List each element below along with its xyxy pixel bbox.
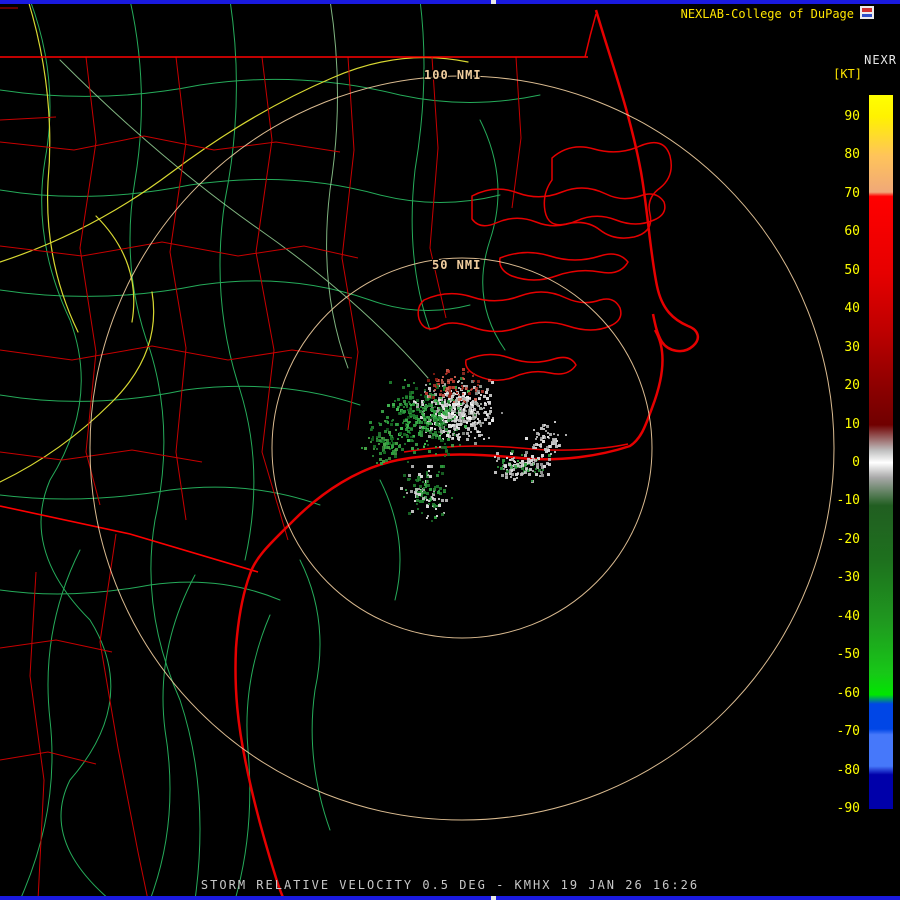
colorbar-tick-20: 20 [844,378,860,394]
product-code-label: NEXR [864,53,897,67]
velocity-colorbar [869,95,893,809]
colorbar-tick--30: -30 [836,570,860,586]
radar-screen: 100 NMI 50 NMI NEXLAB-College of DuPage … [0,0,900,900]
road-lines-green [0,0,541,900]
range-rings [89,75,835,821]
colorbar-tick-50: 50 [844,262,860,278]
colorbar-tick-90: 90 [844,109,860,124]
center-tick-top [491,0,496,4]
colorbar-tick-0: 0 [852,455,860,470]
colorbar-tick-70: 70 [844,185,860,201]
colorbar-tick-30: 30 [844,339,860,355]
brand-title: NEXLAB-College of DuPage [680,7,854,21]
colorbar-tick--10: -10 [836,493,860,509]
colorbar-tick--50: -50 [836,647,860,663]
bottom-border-bar [0,896,900,900]
range-ring-label-50nmi: 50 NMI [432,258,482,272]
state-border-red [0,56,588,573]
colorbar-tick--80: -80 [836,762,860,778]
colorbar-tick-80: 80 [844,147,860,163]
range-ring-label-100nmi: 100 NMI [424,68,482,82]
cod-logo-blue-stripe [862,14,872,17]
cod-logo-icon [860,6,874,19]
colorbar-tick-10: 10 [844,416,860,432]
center-tick-bottom [491,896,496,900]
radar-map [0,0,835,900]
colorbar-tick--40: -40 [836,608,860,624]
velocity-echoes [361,368,567,522]
colorbar-tick--20: -20 [836,531,860,547]
colorbar-tick--70: -70 [836,724,860,740]
colorbar-tick-40: 40 [844,301,860,317]
product-title: STORM RELATIVE VELOCITY 0.5 DEG - KMHX 1… [200,878,700,892]
colorbar-tick-60: 60 [844,224,860,240]
colorbar-tick--60: -60 [836,685,860,701]
colorbar-tick--90: -90 [836,801,860,816]
unit-label: [KT] [833,67,862,81]
cod-logo-red-stripe [862,8,872,12]
top-border-bar [0,0,900,4]
coastline-red [234,9,700,900]
